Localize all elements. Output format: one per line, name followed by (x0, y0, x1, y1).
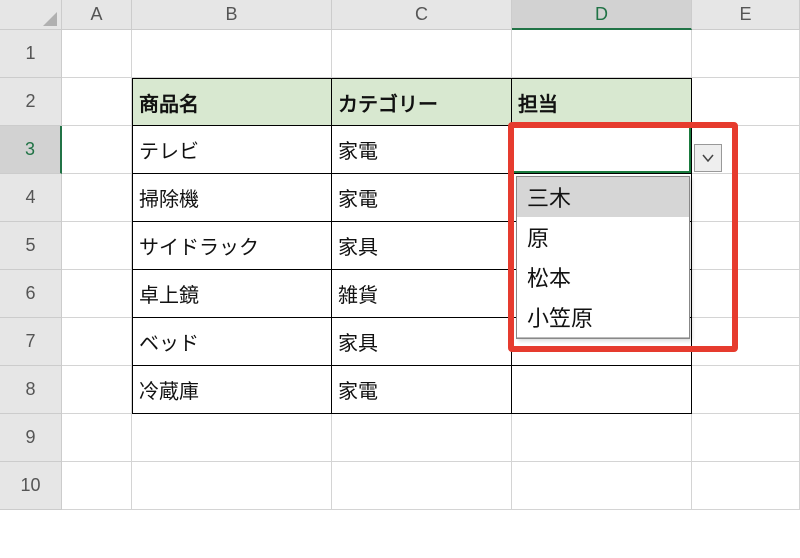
column-headers: ABCDE (62, 0, 800, 30)
cell-D8[interactable] (512, 366, 692, 414)
cell-B9[interactable] (132, 414, 332, 462)
cell-E5[interactable] (692, 222, 800, 270)
cell-D10[interactable] (512, 462, 692, 510)
cell-D1[interactable] (512, 30, 692, 78)
cell-B7[interactable]: ベッド (132, 318, 332, 366)
cell-E8[interactable] (692, 366, 800, 414)
cell-A8[interactable] (62, 366, 132, 414)
row-header-3[interactable]: 3 (0, 126, 62, 174)
row-header-7[interactable]: 7 (0, 318, 62, 366)
chevron-down-icon (702, 154, 714, 162)
cell-E7[interactable] (692, 318, 800, 366)
cell-E1[interactable] (692, 30, 800, 78)
cell-B4[interactable]: 掃除機 (132, 174, 332, 222)
cell-A2[interactable] (62, 78, 132, 126)
cell-A9[interactable] (62, 414, 132, 462)
cell-C3[interactable]: 家電 (332, 126, 512, 174)
cell-B2[interactable]: 商品名 (132, 78, 332, 126)
cell-B3[interactable]: テレビ (132, 126, 332, 174)
cell-E4[interactable] (692, 174, 800, 222)
cell-B8[interactable]: 冷蔵庫 (132, 366, 332, 414)
cell-C8[interactable]: 家電 (332, 366, 512, 414)
column-header-a[interactable]: A (62, 0, 132, 30)
select-all-corner[interactable] (0, 0, 62, 30)
row-header-8[interactable]: 8 (0, 366, 62, 414)
cell-B6[interactable]: 卓上鏡 (132, 270, 332, 318)
cell-C7[interactable]: 家具 (332, 318, 512, 366)
cell-E9[interactable] (692, 414, 800, 462)
dropdown-separator (517, 337, 689, 338)
cell-E10[interactable] (692, 462, 800, 510)
cell-A7[interactable] (62, 318, 132, 366)
cell-D9[interactable] (512, 414, 692, 462)
column-header-d[interactable]: D (512, 0, 692, 30)
row-header-1[interactable]: 1 (0, 30, 62, 78)
cell-D3[interactable] (512, 126, 692, 174)
dropdown-button[interactable] (694, 144, 722, 172)
row-header-6[interactable]: 6 (0, 270, 62, 318)
column-header-c[interactable]: C (332, 0, 512, 30)
row-header-2[interactable]: 2 (0, 78, 62, 126)
dropdown-option[interactable]: 小笠原 (517, 297, 689, 337)
cell-B5[interactable]: サイドラック (132, 222, 332, 270)
spreadsheet: ABCDE 12345678910 商品名カテゴリー担当テレビ家電掃除機家電サイ… (0, 0, 800, 558)
cell-E6[interactable] (692, 270, 800, 318)
cell-B1[interactable] (132, 30, 332, 78)
cell-C1[interactable] (332, 30, 512, 78)
column-header-b[interactable]: B (132, 0, 332, 30)
cell-E2[interactable] (692, 78, 800, 126)
validation-dropdown: 三木原松本小笠原 (516, 176, 690, 339)
dropdown-option[interactable]: 松本 (517, 257, 689, 297)
dropdown-option[interactable]: 三木 (517, 177, 689, 217)
row-header-4[interactable]: 4 (0, 174, 62, 222)
row-header-5[interactable]: 5 (0, 222, 62, 270)
row-header-9[interactable]: 9 (0, 414, 62, 462)
cell-A1[interactable] (62, 30, 132, 78)
cell-A3[interactable] (62, 126, 132, 174)
cell-A4[interactable] (62, 174, 132, 222)
cell-D2[interactable]: 担当 (512, 78, 692, 126)
cell-C2[interactable]: カテゴリー (332, 78, 512, 126)
cell-A5[interactable] (62, 222, 132, 270)
cell-C4[interactable]: 家電 (332, 174, 512, 222)
column-header-e[interactable]: E (692, 0, 800, 30)
cell-B10[interactable] (132, 462, 332, 510)
cell-C6[interactable]: 雑貨 (332, 270, 512, 318)
row-headers: 12345678910 (0, 30, 62, 510)
cell-C10[interactable] (332, 462, 512, 510)
cell-C5[interactable]: 家具 (332, 222, 512, 270)
row-header-10[interactable]: 10 (0, 462, 62, 510)
cell-A6[interactable] (62, 270, 132, 318)
cell-C9[interactable] (332, 414, 512, 462)
cell-A10[interactable] (62, 462, 132, 510)
dropdown-option[interactable]: 原 (517, 217, 689, 257)
